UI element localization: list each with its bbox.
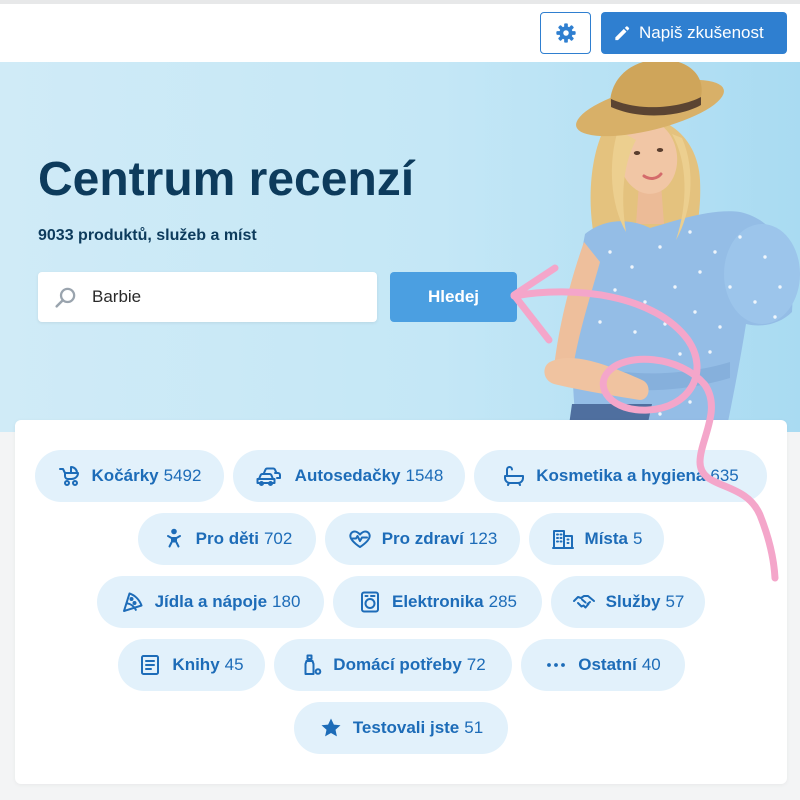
settings-button[interactable]: [540, 12, 591, 54]
category-text: Kočárky 5492: [92, 466, 202, 486]
category-label: Domácí potřeby: [333, 655, 462, 674]
category-row: Knihy 45 Domácí potřeby 72 Ostatní 40: [15, 639, 787, 691]
top-divider: [0, 0, 800, 4]
category-pill-pro-deti[interactable]: Pro děti 702: [138, 513, 316, 565]
category-text: Místa 5: [585, 529, 643, 549]
search-input[interactable]: [38, 272, 377, 322]
category-text: Kosmetika a hygiena 635: [536, 466, 739, 486]
category-count: 51: [464, 718, 484, 737]
category-text: Pro děti 702: [196, 529, 293, 549]
category-label: Autosedačky: [294, 466, 401, 485]
pizza-icon: [121, 590, 145, 614]
hero-woman-photo: [544, 62, 800, 432]
write-review-label: Napiš zkušenost: [639, 23, 764, 42]
category-label: Kosmetika a hygiena: [536, 466, 706, 485]
category-label: Jídla a nápoje: [154, 592, 268, 611]
search-box: [38, 272, 377, 322]
category-pill-autosedacky[interactable]: Autosedačky 1548: [233, 450, 465, 502]
category-label: Pro děti: [195, 529, 259, 548]
category-pill-ostatni[interactable]: Ostatní 40: [520, 639, 685, 691]
category-label: Ostatní: [578, 655, 637, 674]
page-title: Centrum recenzí: [38, 153, 415, 206]
category-count: 635: [710, 466, 739, 485]
star-icon: [319, 716, 343, 740]
pencil-icon: [615, 26, 630, 41]
category-count: 5: [633, 529, 643, 548]
stroller-icon: [58, 464, 82, 488]
handshake-icon: [572, 590, 596, 614]
category-label: Knihy: [172, 655, 220, 674]
dots-icon: [544, 653, 568, 677]
book-icon: [138, 653, 162, 677]
baby-icon: [162, 527, 186, 551]
category-count: 72: [466, 655, 486, 674]
heart-pulse-icon: [348, 527, 372, 551]
category-pill-mista[interactable]: Místa 5: [529, 513, 664, 565]
category-count: 40: [641, 655, 661, 674]
category-count: 1548: [405, 466, 444, 485]
category-pill-testovali-jste[interactable]: Testovali jste 51: [294, 702, 508, 754]
category-pill-kocarky[interactable]: Kočárky 5492: [35, 450, 224, 502]
gear-icon: [555, 23, 576, 43]
category-text: Ostatní 40: [578, 655, 660, 675]
category-pill-sluzby[interactable]: Služby 57: [551, 576, 705, 628]
page-subtitle: 9033 produktů, služeb a míst: [38, 227, 257, 244]
category-text: Služby 57: [606, 592, 685, 612]
category-row: Jídla a nápoje 180 Elektronika 285 Služby 5…: [15, 576, 787, 628]
categories-card: Kočárky 5492 Autosedačky 1548 Kosmetika a …: [15, 420, 787, 784]
category-row: Kočárky 5492 Autosedačky 1548 Kosmetika a …: [15, 450, 787, 502]
category-count: 285: [488, 592, 518, 611]
category-label: Kočárky: [91, 466, 159, 485]
top-bar: Napiš zkušenost: [0, 0, 800, 62]
category-row: Pro děti 702 Pro zdraví 123 Místa 5: [15, 513, 787, 565]
category-pill-domaci-potreby[interactable]: Domácí potřeby 72: [273, 639, 512, 691]
category-count: 5492: [163, 466, 202, 485]
household-icon: [299, 653, 323, 677]
category-count: 702: [263, 529, 293, 548]
category-text: Pro zdraví 123: [382, 529, 498, 549]
hero-banner: Centrum recenzí 9033 produktů, služeb a …: [0, 62, 800, 432]
search-button[interactable]: Hledej: [390, 272, 517, 322]
category-count: 57: [665, 592, 685, 611]
category-pill-jidla[interactable]: Jídla a nápoje 180: [97, 576, 324, 628]
category-text: Elektronika 285: [392, 592, 517, 612]
category-pill-elektronika[interactable]: Elektronika 285: [333, 576, 542, 628]
category-pill-knihy[interactable]: Knihy 45: [117, 639, 265, 691]
category-count: 123: [468, 529, 498, 548]
category-label: Elektronika: [391, 592, 484, 611]
category-label: Místa: [584, 529, 628, 548]
building-icon: [551, 527, 575, 551]
car-icon: [255, 464, 285, 488]
write-review-button[interactable]: Napiš zkušenost: [601, 12, 787, 54]
category-count: 45: [224, 655, 244, 674]
category-text: Autosedačky 1548: [295, 466, 444, 486]
category-text: Testovali jste 51: [353, 718, 483, 738]
category-text: Jídla a nápoje 180: [155, 592, 301, 612]
bathtub-icon: [502, 464, 526, 488]
category-row: Testovali jste 51: [15, 702, 787, 754]
category-label: Pro zdraví: [381, 529, 464, 548]
washing-machine-icon: [358, 590, 382, 614]
category-label: Služby: [605, 592, 661, 611]
category-pill-pro-zdravi[interactable]: Pro zdraví 123: [325, 513, 520, 565]
category-text: Domácí potřeby 72: [333, 655, 485, 675]
category-pill-kosmetika[interactable]: Kosmetika a hygiena 635: [474, 450, 767, 502]
category-text: Knihy 45: [172, 655, 243, 675]
category-count: 180: [272, 592, 301, 611]
category-label: Testovali jste: [352, 718, 460, 737]
